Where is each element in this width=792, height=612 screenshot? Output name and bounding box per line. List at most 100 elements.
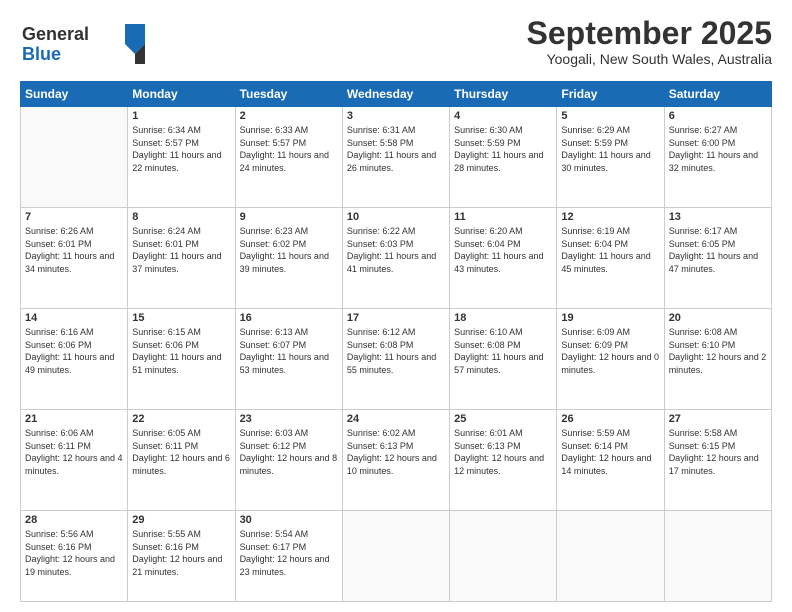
day-info: Sunrise: 5:56 AMSunset: 6:16 PMDaylight:… — [25, 528, 123, 578]
day-number: 11 — [454, 211, 552, 223]
day-number: 4 — [454, 110, 552, 122]
svg-text:Blue: Blue — [22, 44, 61, 64]
calendar-cell: 3 Sunrise: 6:31 AMSunset: 5:58 PMDaylight… — [342, 107, 449, 208]
calendar-cell: 2 Sunrise: 6:33 AMSunset: 5:57 PMDaylight… — [235, 107, 342, 208]
day-info: Sunrise: 6:26 AMSunset: 6:01 PMDaylight:… — [25, 225, 123, 275]
day-number: 2 — [240, 110, 338, 122]
day-info: Sunrise: 6:12 AMSunset: 6:08 PMDaylight:… — [347, 326, 445, 376]
day-info: Sunrise: 6:15 AMSunset: 6:06 PMDaylight:… — [132, 326, 230, 376]
col-header-friday: Friday — [557, 82, 664, 107]
calendar-cell — [342, 511, 449, 602]
svg-text:General: General — [22, 24, 89, 44]
day-number: 8 — [132, 211, 230, 223]
day-info: Sunrise: 5:59 AMSunset: 6:14 PMDaylight:… — [561, 427, 659, 477]
day-info: Sunrise: 6:29 AMSunset: 5:59 PMDaylight:… — [561, 124, 659, 174]
day-info: Sunrise: 6:02 AMSunset: 6:13 PMDaylight:… — [347, 427, 445, 477]
calendar-cell: 21 Sunrise: 6:06 AMSunset: 6:11 PMDayligh… — [21, 410, 128, 511]
calendar-cell: 12Sunrise: 6:19 AMSunset: 6:04 PMDayligh… — [557, 208, 664, 309]
calendar-cell: 20 Sunrise: 6:08 AMSunset: 6:10 PMDayligh… — [664, 309, 771, 410]
col-header-saturday: Saturday — [664, 82, 771, 107]
day-info: Sunrise: 5:54 AMSunset: 6:17 PMDaylight:… — [240, 528, 338, 578]
col-header-wednesday: Wednesday — [342, 82, 449, 107]
calendar-cell: 29Sunrise: 5:55 AMSunset: 6:16 PMDayligh… — [128, 511, 235, 602]
day-info: Sunrise: 6:05 AMSunset: 6:11 PMDaylight:… — [132, 427, 230, 477]
logo-icon: General Blue — [20, 16, 150, 68]
calendar-cell: 11 Sunrise: 6:20 AMSunset: 6:04 PMDayligh… — [450, 208, 557, 309]
day-number: 15 — [132, 312, 230, 324]
day-info: Sunrise: 6:27 AMSunset: 6:00 PMDaylight:… — [669, 124, 767, 174]
day-info: Sunrise: 6:06 AMSunset: 6:11 PMDaylight:… — [25, 427, 123, 477]
day-info: Sunrise: 6:19 AMSunset: 6:04 PMDaylight:… — [561, 225, 659, 275]
day-number: 10 — [347, 211, 445, 223]
day-number: 17 — [347, 312, 445, 324]
day-number: 29 — [132, 514, 230, 526]
day-number: 13 — [669, 211, 767, 223]
title-block: September 2025 Yoogali, New South Wales,… — [527, 16, 772, 67]
calendar-header-row: SundayMondayTuesdayWednesdayThursdayFrid… — [21, 82, 772, 107]
day-number: 18 — [454, 312, 552, 324]
day-number: 27 — [669, 413, 767, 425]
calendar-cell: 6 Sunrise: 6:27 AMSunset: 6:00 PMDaylight… — [664, 107, 771, 208]
calendar-cell: 19 Sunrise: 6:09 AMSunset: 6:09 PMDayligh… — [557, 309, 664, 410]
calendar-cell: 28 Sunrise: 5:56 AMSunset: 6:16 PMDayligh… — [21, 511, 128, 602]
calendar-cell: 23 Sunrise: 6:03 AMSunset: 6:12 PMDayligh… — [235, 410, 342, 511]
calendar-table: SundayMondayTuesdayWednesdayThursdayFrid… — [20, 81, 772, 602]
calendar-cell: 9Sunrise: 6:23 AMSunset: 6:02 PMDaylight… — [235, 208, 342, 309]
day-info: Sunrise: 6:34 AMSunset: 5:57 PMDaylight:… — [132, 124, 230, 174]
calendar-cell: 5 Sunrise: 6:29 AMSunset: 5:59 PMDaylight… — [557, 107, 664, 208]
day-info: Sunrise: 6:08 AMSunset: 6:10 PMDaylight:… — [669, 326, 767, 376]
day-number: 3 — [347, 110, 445, 122]
day-info: Sunrise: 6:17 AMSunset: 6:05 PMDaylight:… — [669, 225, 767, 275]
week-row-4: 21 Sunrise: 6:06 AMSunset: 6:11 PMDayligh… — [21, 410, 772, 511]
calendar-cell: 24Sunrise: 6:02 AMSunset: 6:13 PMDayligh… — [342, 410, 449, 511]
day-number: 16 — [240, 312, 338, 324]
day-info: Sunrise: 6:31 AMSunset: 5:58 PMDaylight:… — [347, 124, 445, 174]
day-info: Sunrise: 6:03 AMSunset: 6:12 PMDaylight:… — [240, 427, 338, 477]
day-number: 7 — [25, 211, 123, 223]
calendar-cell: 30 Sunrise: 5:54 AMSunset: 6:17 PMDayligh… — [235, 511, 342, 602]
calendar-cell: 17 Sunrise: 6:12 AMSunset: 6:08 PMDayligh… — [342, 309, 449, 410]
day-number: 14 — [25, 312, 123, 324]
calendar-cell — [557, 511, 664, 602]
calendar-cell: 14 Sunrise: 6:16 AMSunset: 6:06 PMDayligh… — [21, 309, 128, 410]
col-header-sunday: Sunday — [21, 82, 128, 107]
day-number: 25 — [454, 413, 552, 425]
calendar-cell: 1Sunrise: 6:34 AMSunset: 5:57 PMDaylight… — [128, 107, 235, 208]
day-info: Sunrise: 6:13 AMSunset: 6:07 PMDaylight:… — [240, 326, 338, 376]
calendar-cell: 26Sunrise: 5:59 AMSunset: 6:14 PMDayligh… — [557, 410, 664, 511]
day-info: Sunrise: 6:20 AMSunset: 6:04 PMDaylight:… — [454, 225, 552, 275]
day-info: Sunrise: 6:16 AMSunset: 6:06 PMDaylight:… — [25, 326, 123, 376]
calendar-cell: 13 Sunrise: 6:17 AMSunset: 6:05 PMDayligh… — [664, 208, 771, 309]
day-number: 5 — [561, 110, 659, 122]
calendar-cell: 7 Sunrise: 6:26 AMSunset: 6:01 PMDaylight… — [21, 208, 128, 309]
day-info: Sunrise: 6:09 AMSunset: 6:09 PMDaylight:… — [561, 326, 659, 376]
day-info: Sunrise: 6:22 AMSunset: 6:03 PMDaylight:… — [347, 225, 445, 275]
col-header-monday: Monday — [128, 82, 235, 107]
day-number: 20 — [669, 312, 767, 324]
day-info: Sunrise: 6:24 AMSunset: 6:01 PMDaylight:… — [132, 225, 230, 275]
calendar-cell: 10 Sunrise: 6:22 AMSunset: 6:03 PMDayligh… — [342, 208, 449, 309]
header: General Blue September 2025 Yoogali, New… — [20, 16, 772, 73]
week-row-3: 14 Sunrise: 6:16 AMSunset: 6:06 PMDayligh… — [21, 309, 772, 410]
calendar-cell: 4 Sunrise: 6:30 AMSunset: 5:59 PMDaylight… — [450, 107, 557, 208]
week-row-2: 7 Sunrise: 6:26 AMSunset: 6:01 PMDaylight… — [21, 208, 772, 309]
week-row-5: 28 Sunrise: 5:56 AMSunset: 6:16 PMDayligh… — [21, 511, 772, 602]
calendar-cell: 27Sunrise: 5:58 AMSunset: 6:15 PMDayligh… — [664, 410, 771, 511]
calendar-cell — [664, 511, 771, 602]
calendar-cell — [450, 511, 557, 602]
calendar-cell: 25Sunrise: 6:01 AMSunset: 6:13 PMDayligh… — [450, 410, 557, 511]
calendar-cell — [21, 107, 128, 208]
month-title: September 2025 — [527, 16, 772, 51]
day-number: 30 — [240, 514, 338, 526]
day-number: 6 — [669, 110, 767, 122]
col-header-thursday: Thursday — [450, 82, 557, 107]
day-info: Sunrise: 6:30 AMSunset: 5:59 PMDaylight:… — [454, 124, 552, 174]
day-number: 23 — [240, 413, 338, 425]
week-row-1: 1Sunrise: 6:34 AMSunset: 5:57 PMDaylight… — [21, 107, 772, 208]
day-info: Sunrise: 6:10 AMSunset: 6:08 PMDaylight:… — [454, 326, 552, 376]
day-info: Sunrise: 6:33 AMSunset: 5:57 PMDaylight:… — [240, 124, 338, 174]
day-number: 28 — [25, 514, 123, 526]
day-number: 21 — [25, 413, 123, 425]
day-number: 19 — [561, 312, 659, 324]
day-info: Sunrise: 6:23 AMSunset: 6:02 PMDaylight:… — [240, 225, 338, 275]
